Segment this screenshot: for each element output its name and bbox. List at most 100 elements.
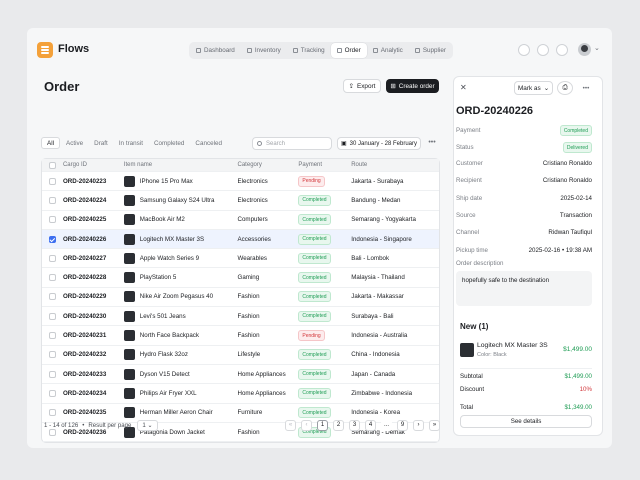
page-button[interactable]: 9 <box>397 419 408 431</box>
table-row[interactable]: ORD-20240225 MacBook Air M2 Computers Compl… <box>42 211 439 230</box>
table-row[interactable]: ORD-20240227 Apple Watch Series 9 Wearable… <box>42 249 439 269</box>
row-checkbox[interactable] <box>48 274 56 282</box>
row-checkbox[interactable] <box>48 235 56 243</box>
row-checkbox[interactable] <box>48 293 56 301</box>
bell-icon[interactable] <box>556 44 568 56</box>
payment-badge: Completed <box>298 291 331 303</box>
analytic-icon <box>372 48 378 53</box>
nav-supplier[interactable]: Supplier <box>409 43 452 58</box>
nav-label: Order <box>344 47 361 54</box>
tab-canceled[interactable]: Canceled <box>190 137 227 149</box>
category: Gaming <box>237 274 260 282</box>
export-icon: ⇪ <box>348 83 354 90</box>
cargo-id: ORD-20240227 <box>62 254 107 262</box>
item-name: Logitech MX Master 3S <box>139 235 205 243</box>
page-nav-button[interactable]: › <box>413 419 424 431</box>
page-button[interactable]: 1 <box>317 419 328 431</box>
item-name: Samsung Galaxy S24 Ultra <box>139 196 215 204</box>
row-checkbox[interactable] <box>48 177 56 185</box>
row-checkbox[interactable] <box>48 312 56 320</box>
field-value: 2025-02-14 <box>560 194 592 202</box>
table-row[interactable]: ORD-20240223 IPhone 15 Pro Max Electronics… <box>42 172 439 192</box>
tab-completed[interactable]: Completed <box>149 137 189 149</box>
nav-analytic[interactable]: Analytic <box>367 43 409 58</box>
product-thumbnail <box>123 407 135 419</box>
table-row[interactable]: ORD-20240231 North Face Backpack Fashion Pe… <box>42 326 439 346</box>
page-ellipsis: ... <box>381 419 392 431</box>
per-page-select[interactable]: 1 ⌄ <box>137 419 158 431</box>
payment-badge: Completed <box>298 214 331 226</box>
page-button[interactable]: 4 <box>365 419 376 431</box>
row-checkbox[interactable] <box>48 254 56 262</box>
table-row[interactable]: ORD-20240234 Philips Air Fryer XXL Home Ap… <box>42 384 439 404</box>
payment-cell: Completed <box>298 310 351 322</box>
tab-in-transit[interactable]: In transit <box>114 137 148 149</box>
export-button[interactable]: ⇪ Export <box>343 79 381 93</box>
row-checkbox[interactable] <box>48 216 56 224</box>
table-row[interactable]: ORD-20240226 Logitech MX Master 3S Accesso… <box>42 229 439 250</box>
create-order-button[interactable]: ⊞ Create order <box>386 79 439 93</box>
cargo-id: ORD-20240231 <box>62 332 107 340</box>
row-select <box>42 274 63 282</box>
category: Lifestyle <box>237 351 261 359</box>
item-name: Hydro Flask 32oz <box>139 351 188 359</box>
table-row[interactable]: ORD-20240232 Hydro Flask 32oz Lifestyle Com… <box>42 346 439 365</box>
column-header[interactable]: Item name <box>124 162 238 168</box>
row-select <box>42 177 63 185</box>
route: Semarang - Yogyakarta <box>351 216 416 224</box>
row-checkbox[interactable] <box>48 196 56 204</box>
table-row[interactable]: ORD-20240230 Levi's 501 Jeans Fashion Compl… <box>42 307 439 327</box>
item-name: Logitech MX Master 3S <box>477 342 548 349</box>
category: Electronics <box>237 177 268 185</box>
item-name: PlayStation 5 <box>139 274 177 282</box>
more-options-icon[interactable]: ••• <box>425 137 439 150</box>
table-row[interactable]: ORD-20240229 Nike Air Zoom Pegasus 40 Fash… <box>42 288 439 308</box>
detail-field: Payment Completed <box>456 125 592 136</box>
field-value: Cristiano Ronaldo <box>542 177 592 185</box>
page-nav-button[interactable]: « <box>285 419 296 431</box>
row-checkbox[interactable] <box>48 409 56 417</box>
page-nav-button[interactable]: » <box>429 419 440 431</box>
row-checkbox[interactable] <box>48 370 56 378</box>
nav-dashboard[interactable]: Dashboard <box>190 43 241 58</box>
page-button[interactable]: 2 <box>333 419 344 431</box>
tab-active[interactable]: Active <box>61 137 88 149</box>
nav-tracking[interactable]: Tracking <box>287 43 331 58</box>
column-header[interactable]: Route <box>351 162 439 168</box>
page-nav-button[interactable]: ‹ <box>301 419 312 431</box>
calendar-icon: ▣ <box>340 141 347 147</box>
payment-cell: Pending <box>298 330 351 342</box>
item-name: Levi's 501 Jeans <box>139 312 186 320</box>
payment-badge: Completed <box>298 349 331 361</box>
payment-cell: Completed <box>298 233 351 245</box>
nav-order[interactable]: Order <box>330 43 367 58</box>
nav-inventory[interactable]: Inventory <box>241 43 287 58</box>
avatar[interactable] <box>578 43 591 56</box>
item-name: Apple Watch Series 9 <box>139 254 200 262</box>
column-header[interactable]: Payment <box>298 162 351 168</box>
item-cell: Hydro Flask 32oz <box>123 349 238 361</box>
tab-all[interactable]: All <box>41 137 60 149</box>
chat-icon[interactable] <box>537 44 549 56</box>
row-select <box>42 409 63 417</box>
date-range-picker[interactable]: ▣ 30 January - 28 February <box>337 137 421 150</box>
search-input[interactable]: Search <box>252 137 332 150</box>
product-thumbnail <box>123 310 135 322</box>
chevron-down-icon[interactable]: ⌄ <box>594 44 600 52</box>
nav-label: Inventory <box>254 47 281 54</box>
select-all-checkbox[interactable] <box>48 161 56 169</box>
row-checkbox[interactable] <box>48 389 56 397</box>
row-checkbox[interactable] <box>48 351 56 359</box>
page-button[interactable]: 3 <box>349 419 360 431</box>
row-checkbox[interactable] <box>48 332 56 340</box>
table-row[interactable]: ORD-20240233 Dyson V15 Detect Home Applian… <box>42 365 439 385</box>
item-cell: Levi's 501 Jeans <box>123 310 238 322</box>
tab-draft[interactable]: Draft <box>89 137 113 149</box>
search-icon[interactable] <box>518 44 530 56</box>
see-details-button[interactable]: See details <box>460 415 592 428</box>
column-header[interactable]: Category <box>238 162 299 168</box>
table-row[interactable]: ORD-20240224 Samsung Galaxy S24 Ultra Elec… <box>42 191 439 211</box>
table-row[interactable]: ORD-20240228 PlayStation 5 Gaming Completed… <box>42 268 439 288</box>
column-header[interactable]: Cargo ID <box>63 162 124 168</box>
tracking-icon <box>292 48 298 53</box>
